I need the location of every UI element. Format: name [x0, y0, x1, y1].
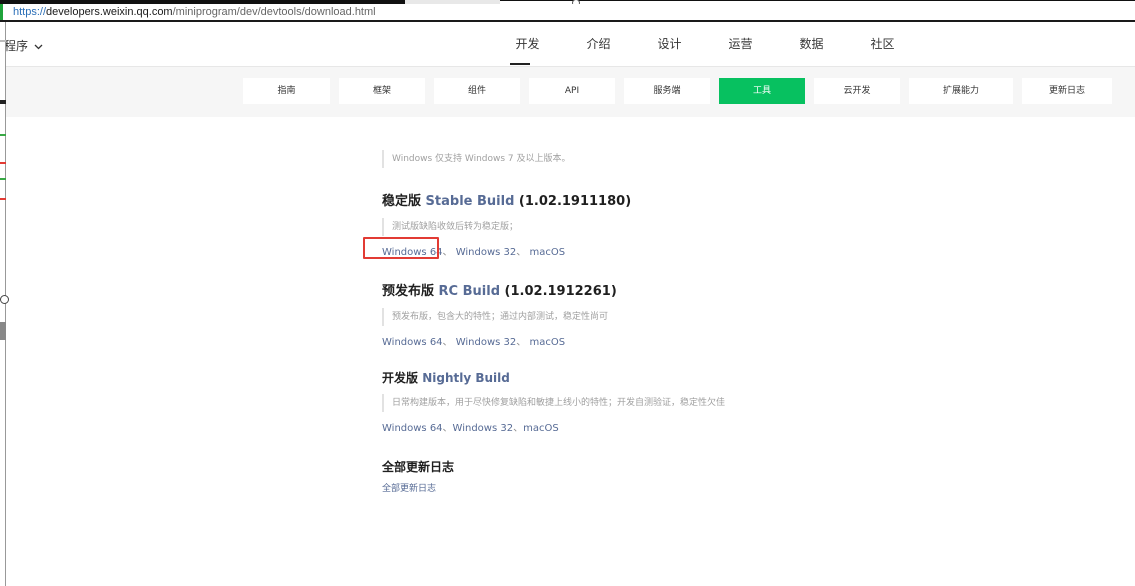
rc-macos-link[interactable]: macOS — [529, 337, 565, 348]
nav-item-operation[interactable]: 运营 — [705, 22, 776, 67]
rc-title-cn: 预发布版 — [382, 284, 435, 299]
stable-download-links: Windows 64、 Windows 32、 macOS — [382, 243, 982, 258]
url-path: /miniprogram/dev/devtools/download.html — [172, 6, 376, 18]
download-content: Windows 仅支持 Windows 7 及以上版本。 稳定版 Stable … — [382, 150, 982, 494]
overlay-marker — [0, 178, 6, 180]
url-host: developers.weixin.qq.com — [46, 6, 173, 18]
highlight-box — [363, 237, 439, 259]
main-nav: 开发 介绍 设计 运营 数据 社区 — [492, 22, 918, 67]
subnav-framework[interactable]: 框架 — [339, 78, 425, 104]
subnav-server[interactable]: 服务端 — [624, 78, 710, 104]
nightly-macos-link[interactable]: macOS — [523, 423, 559, 434]
nightly-note: 日常构建版本，用于尽快修复缺陷和敏捷上线小的特性；开发自测验证，稳定性欠佳 — [382, 394, 982, 412]
rc-download-links: Windows 64、 Windows 32、 macOS — [382, 333, 982, 348]
overlay-marker — [0, 198, 6, 200]
stable-title-en: Stable Build — [425, 194, 515, 209]
stable-macos-link[interactable]: macOS — [529, 247, 565, 258]
subnav-cloud[interactable]: 云开发 — [814, 78, 900, 104]
rc-win32-link[interactable]: Windows 32 — [456, 337, 517, 348]
link-separator: 、 — [513, 423, 524, 434]
stable-build-title: 稳定版 Stable Build (1.02.1911180) — [382, 190, 982, 209]
subnav-changelog[interactable]: 更新日志 — [1022, 78, 1112, 104]
nav-item-community[interactable]: 社区 — [847, 22, 918, 67]
subnav-extensions[interactable]: 扩展能力 — [909, 78, 1013, 104]
url-scheme: https:// — [13, 6, 47, 18]
resize-handle-icon[interactable] — [0, 295, 9, 304]
subnav-components[interactable]: 组件 — [434, 78, 520, 104]
changelog-links: 全部更新日志 — [382, 481, 982, 494]
link-separator: 、 — [442, 337, 453, 348]
link-separator: 、 — [516, 247, 527, 258]
nightly-title-cn: 开发版 — [382, 371, 419, 385]
rc-title-en: RC Build — [438, 284, 501, 299]
link-separator: 、 — [442, 247, 453, 258]
program-switch-label: 程序 — [4, 39, 29, 53]
overlay-marker — [0, 134, 6, 136]
stable-win32-link[interactable]: Windows 32 — [456, 247, 517, 258]
nightly-win32-link[interactable]: Windows 32 — [453, 423, 514, 434]
overlay-marker — [0, 100, 6, 104]
rc-win64-link[interactable]: Windows 64 — [382, 337, 443, 348]
nightly-win64-link[interactable]: Windows 64 — [382, 423, 443, 434]
windows-support-note: Windows 仅支持 Windows 7 及以上版本。 — [382, 150, 982, 168]
link-separator: 、 — [442, 423, 453, 434]
nightly-title-en: Nightly Build — [422, 371, 510, 385]
rc-build-title: 预发布版 RC Build (1.02.1912261) — [382, 280, 982, 299]
nightly-download-links: Windows 64、Windows 32、macOS — [382, 419, 982, 434]
rc-note: 预发布版，包含大的特性；通过内部测试，稳定性尚可 — [382, 308, 982, 326]
address-url[interactable]: https://developers.weixin.qq.com/minipro… — [13, 6, 376, 18]
overlay-marker — [0, 162, 6, 164]
nightly-build-title: 开发版 Nightly Build — [382, 369, 982, 386]
sub-nav: 指南 框架 组件 API 服务端 工具 云开发 扩展能力 更新日志 — [243, 78, 1112, 104]
stable-note: 测试版缺陷收敛后转为稳定版； — [382, 218, 982, 236]
link-separator: 、 — [516, 337, 527, 348]
changelog-link[interactable]: 全部更新日志 — [382, 484, 436, 494]
program-switch[interactable]: 程序 — [4, 37, 43, 54]
subnav-guide[interactable]: 指南 — [243, 78, 330, 104]
subnav-api[interactable]: API — [529, 78, 615, 104]
main-header: 程序 开发 介绍 设计 运营 数据 社区 — [0, 22, 1135, 67]
rc-version: (1.02.1912261) — [504, 284, 617, 299]
stable-version: (1.02.1911180) — [518, 194, 632, 209]
sub-nav-bar: 指南 框架 组件 API 服务端 工具 云开发 扩展能力 更新日志 — [0, 67, 1135, 117]
left-overlay-column — [0, 22, 6, 586]
subnav-tools[interactable]: 工具 — [719, 78, 805, 104]
nav-item-data[interactable]: 数据 — [776, 22, 847, 67]
nav-item-design[interactable]: 设计 — [634, 22, 705, 67]
stable-title-cn: 稳定版 — [382, 194, 422, 209]
chevron-down-icon — [34, 39, 43, 53]
nav-item-dev[interactable]: 开发 — [492, 22, 563, 67]
address-bar[interactable]: https://developers.weixin.qq.com/minipro… — [0, 4, 1135, 21]
overlay-marker — [0, 40, 6, 42]
changelog-title: 全部更新日志 — [382, 460, 455, 474]
nav-item-intro[interactable]: 介绍 — [563, 22, 634, 67]
overlay-marker — [0, 322, 6, 340]
